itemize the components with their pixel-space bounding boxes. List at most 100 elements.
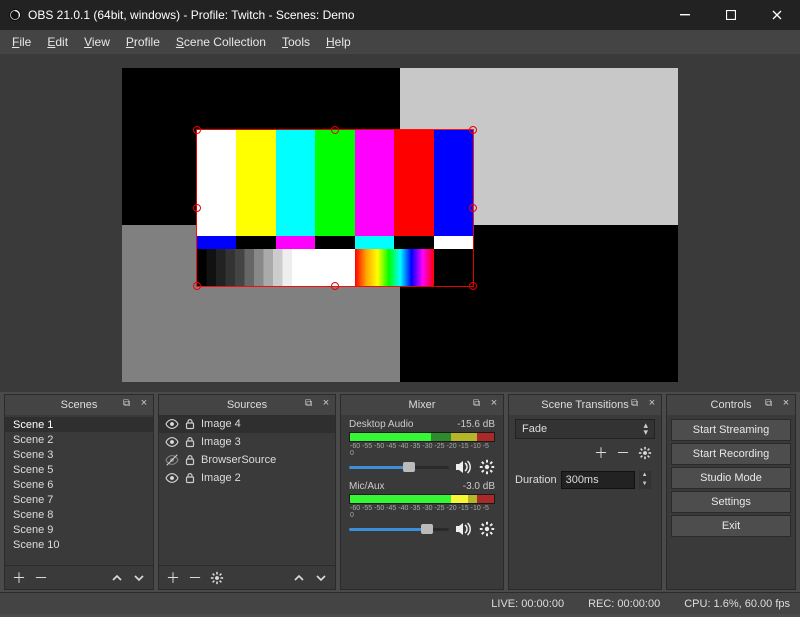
source-item[interactable]: Image 3 bbox=[159, 433, 335, 451]
scenes-toolbar: ＋ － bbox=[5, 565, 153, 589]
close-icon[interactable]: × bbox=[319, 397, 333, 411]
add-source-button[interactable]: ＋ bbox=[163, 568, 183, 588]
close-icon[interactable]: × bbox=[487, 397, 501, 411]
exit-button[interactable]: Exit bbox=[671, 515, 791, 537]
move-down-button[interactable] bbox=[129, 568, 149, 588]
visibility-toggle-icon[interactable] bbox=[165, 453, 179, 467]
volume-slider[interactable] bbox=[349, 522, 449, 536]
source-properties-button[interactable] bbox=[207, 568, 227, 588]
source-item[interactable]: BrowserSource bbox=[159, 451, 335, 469]
sources-list[interactable]: Image 4 Image 3 BrowserSource Image 2 bbox=[159, 415, 335, 565]
resize-handle[interactable] bbox=[469, 126, 477, 134]
menu-tools[interactable]: Tools bbox=[276, 33, 316, 51]
source-name: Image 3 bbox=[201, 436, 241, 448]
menu-view[interactable]: View bbox=[78, 33, 116, 51]
selected-source[interactable] bbox=[197, 130, 473, 286]
add-scene-button[interactable]: ＋ bbox=[9, 568, 29, 588]
status-bar: LIVE: 00:00:00 REC: 00:00:00 CPU: 1.6%, … bbox=[0, 592, 800, 614]
lock-icon[interactable] bbox=[183, 471, 197, 485]
lock-icon[interactable] bbox=[183, 435, 197, 449]
lock-icon[interactable] bbox=[183, 417, 197, 431]
source-name: Image 2 bbox=[201, 472, 241, 484]
meter-ticks: -60 -55 -50 -45 -40 -35 -30 -25 -20 -15 … bbox=[349, 505, 495, 519]
resize-handle[interactable] bbox=[193, 282, 201, 290]
lock-icon[interactable] bbox=[183, 453, 197, 467]
audio-meter bbox=[349, 494, 495, 504]
visibility-toggle-icon[interactable] bbox=[165, 417, 179, 431]
menu-scene-collection[interactable]: Scene Collection bbox=[170, 33, 272, 51]
scene-item[interactable]: Scene 10 bbox=[5, 537, 153, 552]
start-recording-button[interactable]: Start Recording bbox=[671, 443, 791, 465]
duration-input[interactable] bbox=[561, 471, 635, 489]
close-icon[interactable]: × bbox=[137, 397, 151, 411]
source-name: BrowserSource bbox=[201, 454, 276, 466]
sources-toolbar: ＋ － bbox=[159, 565, 335, 589]
move-up-button[interactable] bbox=[289, 568, 309, 588]
close-button[interactable] bbox=[754, 0, 800, 30]
popout-icon[interactable]: ⧉ bbox=[123, 398, 135, 410]
scenes-list[interactable]: Scene 1Scene 2Scene 3Scene 5Scene 6Scene… bbox=[5, 415, 153, 565]
panel-title: Sources bbox=[227, 399, 267, 411]
resize-handle[interactable] bbox=[193, 126, 201, 134]
scene-item[interactable]: Scene 5 bbox=[5, 462, 153, 477]
scene-item[interactable]: Scene 7 bbox=[5, 492, 153, 507]
source-item[interactable]: Image 2 bbox=[159, 469, 335, 487]
menu-file[interactable]: File bbox=[6, 33, 37, 51]
resize-handle[interactable] bbox=[469, 282, 477, 290]
remove-scene-button[interactable]: － bbox=[31, 568, 51, 588]
remove-source-button[interactable]: － bbox=[185, 568, 205, 588]
duration-stepper[interactable]: ▲▼ bbox=[639, 471, 651, 489]
maximize-button[interactable] bbox=[708, 0, 754, 30]
scene-item[interactable]: Scene 6 bbox=[5, 477, 153, 492]
source-name: Image 4 bbox=[201, 418, 241, 430]
move-down-button[interactable] bbox=[311, 568, 331, 588]
channel-settings-button[interactable] bbox=[479, 521, 495, 537]
settings-button[interactable]: Settings bbox=[671, 491, 791, 513]
studio-mode-button[interactable]: Studio Mode bbox=[671, 467, 791, 489]
visibility-toggle-icon[interactable] bbox=[165, 471, 179, 485]
close-icon[interactable]: × bbox=[779, 397, 793, 411]
mute-button[interactable] bbox=[455, 521, 473, 537]
visibility-toggle-icon[interactable] bbox=[165, 435, 179, 449]
mute-button[interactable] bbox=[455, 459, 473, 475]
channel-settings-button[interactable] bbox=[479, 459, 495, 475]
resize-handle[interactable] bbox=[331, 282, 339, 290]
add-transition-button[interactable]: ＋ bbox=[591, 443, 611, 463]
dock-row: Scenes ⧉ × Scene 1Scene 2Scene 3Scene 5S… bbox=[0, 392, 800, 592]
source-item[interactable]: Image 4 bbox=[159, 415, 335, 433]
channel-name: Desktop Audio bbox=[349, 419, 414, 430]
scene-item[interactable]: Scene 8 bbox=[5, 507, 153, 522]
status-rec: REC: 00:00:00 bbox=[588, 598, 660, 610]
controls-panel: Controls ⧉ × Start StreamingStart Record… bbox=[666, 394, 796, 590]
transitions-header: Scene Transitions ⧉ × bbox=[509, 395, 661, 415]
close-icon[interactable]: × bbox=[645, 397, 659, 411]
scene-item[interactable]: Scene 2 bbox=[5, 432, 153, 447]
menu-profile[interactable]: Profile bbox=[120, 33, 166, 51]
minimize-button[interactable] bbox=[662, 0, 708, 30]
popout-icon[interactable]: ⧉ bbox=[473, 398, 485, 410]
preview-canvas[interactable] bbox=[122, 68, 678, 382]
popout-icon[interactable]: ⧉ bbox=[631, 398, 643, 410]
popout-icon[interactable]: ⧉ bbox=[305, 398, 317, 410]
scene-item[interactable]: Scene 3 bbox=[5, 447, 153, 462]
volume-slider[interactable] bbox=[349, 460, 449, 474]
scene-item[interactable]: Scene 9 bbox=[5, 522, 153, 537]
remove-transition-button[interactable]: － bbox=[613, 443, 633, 463]
transition-properties-button[interactable] bbox=[635, 443, 655, 463]
titlebar: OBS 21.0.1 (64bit, windows) - Profile: T… bbox=[0, 0, 800, 30]
menu-help[interactable]: Help bbox=[320, 33, 357, 51]
mixer-channel: Mic/Aux-3.0 dB-60 -55 -50 -45 -40 -35 -3… bbox=[341, 477, 503, 539]
transition-select[interactable]: Fade ▴▾ bbox=[515, 419, 655, 439]
resize-handle[interactable] bbox=[193, 204, 201, 212]
move-up-button[interactable] bbox=[107, 568, 127, 588]
status-live: LIVE: 00:00:00 bbox=[491, 598, 564, 610]
start-streaming-button[interactable]: Start Streaming bbox=[671, 419, 791, 441]
mixer-channel: Desktop Audio-15.6 dB-60 -55 -50 -45 -40… bbox=[341, 415, 503, 477]
menu-edit[interactable]: Edit bbox=[41, 33, 74, 51]
panel-title: Scenes bbox=[61, 399, 98, 411]
resize-handle[interactable] bbox=[331, 126, 339, 134]
scene-item[interactable]: Scene 1 bbox=[5, 417, 153, 432]
popout-icon[interactable]: ⧉ bbox=[765, 398, 777, 410]
preview-area bbox=[0, 54, 800, 392]
resize-handle[interactable] bbox=[469, 204, 477, 212]
